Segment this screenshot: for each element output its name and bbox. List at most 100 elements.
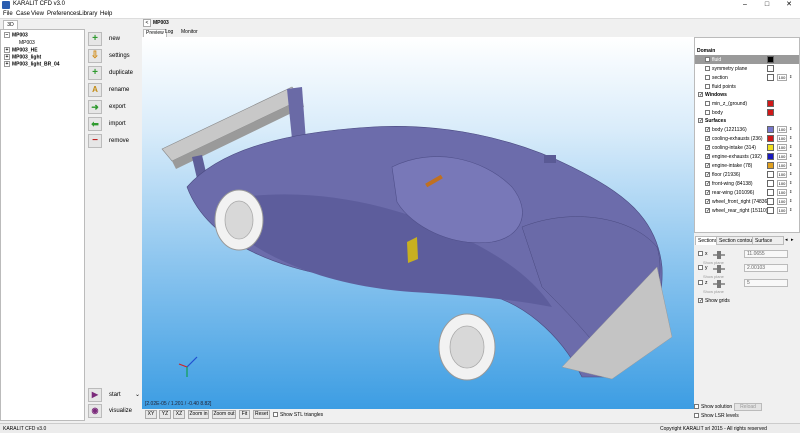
opacity-input[interactable]: 100 <box>777 207 787 214</box>
color-swatch[interactable] <box>767 198 774 205</box>
checkbox[interactable] <box>705 84 710 89</box>
row-surface-engine-intake[interactable]: ✓ engine-intake (78) 100 ⇕ <box>695 161 799 170</box>
row-surface-cooling-exhausts[interactable]: ✓ cooling-exhausts (236) 100 ⇕ <box>695 134 799 143</box>
row-surface-engine-exhausts[interactable]: ✓ engine-exhausts (192) 100 ⇕ <box>695 152 799 161</box>
spinner-icon[interactable]: ⇕ <box>789 198 792 203</box>
row-surface-cooling-intake[interactable]: ✓ cooling-intake (314) 100 ⇕ <box>695 143 799 152</box>
rename-button[interactable]: A rename <box>88 83 142 98</box>
show-plane-y[interactable]: Show plane <box>703 274 724 279</box>
spinner-icon[interactable]: ⇕ <box>789 162 792 167</box>
tab-3d[interactable]: 3D <box>3 20 18 29</box>
chevron-down-icon[interactable]: ⌄ <box>135 391 140 398</box>
spinner-icon[interactable]: ⇕ <box>789 180 792 185</box>
spinner-icon[interactable]: ⇕ <box>789 153 792 158</box>
checkbox[interactable]: ✓ <box>705 145 710 151</box>
checkbox[interactable]: ✓ <box>698 118 703 124</box>
row-surface-front-wing[interactable]: ✓ front-wing (84138) 100 ⇕ <box>695 179 799 188</box>
spinner-icon[interactable]: ⇕ <box>789 189 792 194</box>
tab-surface-contour[interactable]: Surface conto <box>752 236 784 245</box>
spinner-icon[interactable]: ⇕ <box>789 126 792 131</box>
tree-item-mp003[interactable]: − MP003 <box>4 32 28 38</box>
opacity-input[interactable]: 100 <box>777 126 787 133</box>
expand-icon[interactable]: + <box>4 54 10 60</box>
opacity-input[interactable]: 100 <box>777 189 787 196</box>
section-x-checkbox[interactable] <box>698 251 703 256</box>
checkbox[interactable]: ✓ <box>705 172 710 178</box>
expand-icon[interactable]: + <box>4 47 10 53</box>
color-swatch[interactable] <box>767 144 774 151</box>
color-swatch[interactable] <box>767 207 774 214</box>
collapse-panel-button[interactable]: < <box>143 19 151 27</box>
spinner-icon[interactable]: ⇕ <box>789 144 792 149</box>
section-y-slider[interactable] <box>713 265 725 273</box>
color-swatch[interactable] <box>767 180 774 187</box>
checkbox[interactable] <box>705 66 710 71</box>
row-surface-body[interactable]: ✓ body (1221136) 100 ⇕ <box>695 125 799 134</box>
color-swatch[interactable] <box>767 74 774 81</box>
show-stl-checkbox[interactable] <box>273 412 278 417</box>
opacity-input[interactable]: 100 <box>777 171 787 178</box>
spinner-icon[interactable]: ⇕ <box>789 135 792 140</box>
row-surface-floor[interactable]: ✓ floor (21936) 100 ⇕ <box>695 170 799 179</box>
tree-item-mp003-light-br-04[interactable]: + MP003_light_BR_04 <box>4 61 60 67</box>
reset-button[interactable]: Reset <box>253 410 270 419</box>
section-z-input[interactable]: 5 <box>744 279 788 287</box>
color-swatch[interactable] <box>767 189 774 196</box>
menu-view[interactable]: View <box>31 11 44 17</box>
checkbox[interactable]: ✓ <box>705 163 710 169</box>
opacity-input[interactable]: 100 <box>777 144 787 151</box>
color-swatch[interactable] <box>767 109 774 116</box>
minimize-button[interactable]: – <box>734 0 756 10</box>
row-section[interactable]: section 100 ⇕ <box>695 73 799 82</box>
color-swatch[interactable] <box>767 126 774 133</box>
close-button[interactable]: ✕ <box>778 0 800 10</box>
show-lsr-checkbox[interactable] <box>694 413 699 418</box>
tab-scroll-left-icon[interactable]: ◂ <box>785 237 788 243</box>
checkbox[interactable] <box>705 75 710 80</box>
opacity-input[interactable]: 100 <box>777 162 787 169</box>
checkbox[interactable]: ✓ <box>705 190 710 196</box>
checkbox[interactable]: ✓ <box>705 181 710 187</box>
view-xy-button[interactable]: XY <box>145 410 157 419</box>
expand-icon[interactable]: + <box>4 61 10 67</box>
spinner-icon[interactable]: ⇕ <box>789 207 792 212</box>
menu-case[interactable]: Case <box>16 11 30 17</box>
show-plane-z[interactable]: Show plane <box>703 289 724 294</box>
zoom-in-button[interactable]: Zoom in <box>188 410 209 419</box>
checkbox[interactable] <box>705 110 710 115</box>
tree-item-mp003-child[interactable]: MP003 <box>19 40 35 46</box>
reload-button[interactable]: Reload <box>734 403 762 411</box>
checkbox[interactable]: ✓ <box>705 136 710 142</box>
show-grids-checkbox[interactable]: ✓ <box>698 298 703 304</box>
tree-item-mp003-he[interactable]: + MP003_HE <box>4 47 38 53</box>
import-button[interactable]: ⬅ import <box>88 117 142 132</box>
checkbox[interactable]: ✓ <box>698 92 703 98</box>
section-y-input[interactable]: 2.00103 <box>744 264 788 272</box>
row-surface-rear-wing[interactable]: ✓ rear-wing (101096) 100 ⇕ <box>695 188 799 197</box>
3d-viewport[interactable]: [2.02E-05 / 1.201 / -0.40 8.82] <box>142 37 694 409</box>
tab-section-contour[interactable]: Section contour <box>716 236 757 245</box>
tab-log[interactable]: Log <box>163 29 175 37</box>
fit-button[interactable]: Fit <box>239 410 250 419</box>
color-swatch[interactable] <box>767 162 774 169</box>
color-swatch[interactable] <box>767 100 774 107</box>
checkbox[interactable]: ✓ <box>705 154 710 160</box>
opacity-input[interactable]: 100 <box>777 153 787 160</box>
spinner-icon[interactable]: ⇕ <box>789 74 792 79</box>
tab-scroll-right-icon[interactable]: ▸ <box>791 237 794 243</box>
visualize-button[interactable]: ◉ visualize <box>88 404 142 419</box>
menu-preferences[interactable]: Preferences <box>47 11 79 17</box>
menu-library[interactable]: Library <box>79 11 97 17</box>
row-min-z-ground[interactable]: min_z_(ground) <box>695 99 799 108</box>
row-symmetry-plane[interactable]: symmetry plane <box>695 64 799 73</box>
row-fluid[interactable]: fluid <box>695 55 799 64</box>
checkbox[interactable]: ✓ <box>705 127 710 133</box>
opacity-input[interactable]: 100 <box>777 180 787 187</box>
color-swatch[interactable] <box>767 153 774 160</box>
section-x-input[interactable]: 11.0655 <box>744 250 788 258</box>
color-swatch[interactable] <box>767 56 774 63</box>
checkbox[interactable]: ✓ <box>705 208 710 214</box>
duplicate-button[interactable]: + duplicate <box>88 66 142 81</box>
show-solution-checkbox[interactable] <box>694 404 699 409</box>
color-swatch[interactable] <box>767 171 774 178</box>
